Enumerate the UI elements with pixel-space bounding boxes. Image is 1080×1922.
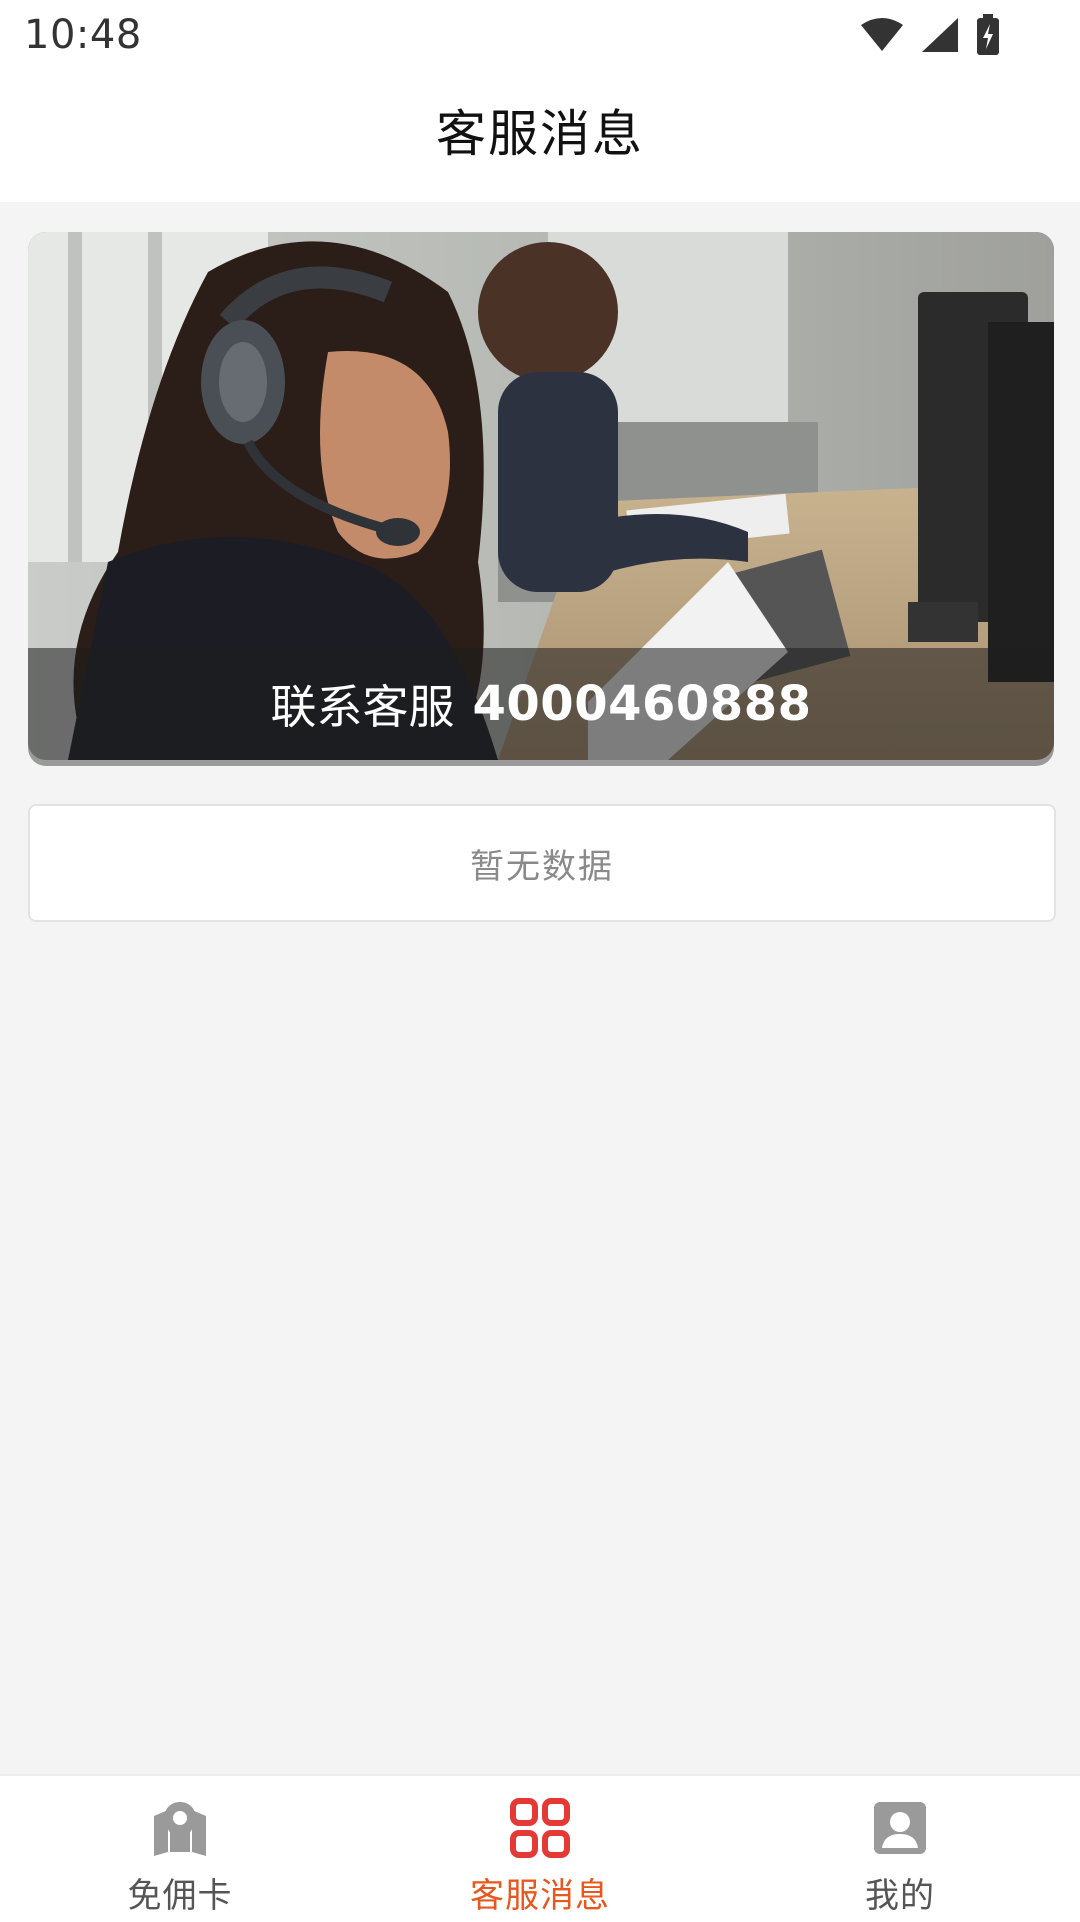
tab-customer-service-messages[interactable]: 客服消息 [360,1776,720,1922]
profile-icon [870,1798,930,1858]
header: 客服消息 [0,76,1080,202]
battery-charging-icon [976,14,1000,60]
status-icons [860,14,1000,60]
signal-icon [920,16,960,58]
tab-label: 我的 [865,1876,935,1916]
tab-label: 客服消息 [470,1876,610,1916]
empty-state-box: 暂无数据 [28,804,1056,922]
tab-mine[interactable]: 我的 [720,1776,1080,1922]
status-bar: 10:48 [0,0,1080,76]
empty-state-text: 暂无数据 [470,846,614,887]
grid-icon [510,1798,570,1858]
wifi-icon [860,17,904,57]
contact-service-label: 联系客服 [270,680,455,734]
map-pin-icon [150,1798,210,1858]
customer-service-banner[interactable]: 联系客服 4000460888 [28,232,1054,760]
service-phone-number[interactable]: 4000460888 [473,676,812,732]
content-area: 联系客服 4000460888 暂无数据 [0,202,1080,1774]
bottom-tab-bar: 免佣卡 客服消息 我的 [0,1774,1080,1922]
banner-caption: 联系客服 4000460888 [28,648,1054,760]
status-time: 10:48 [24,12,142,58]
tab-commission-free-card[interactable]: 免佣卡 [0,1776,360,1922]
tab-label: 免佣卡 [127,1876,233,1916]
page-title: 客服消息 [436,105,644,163]
